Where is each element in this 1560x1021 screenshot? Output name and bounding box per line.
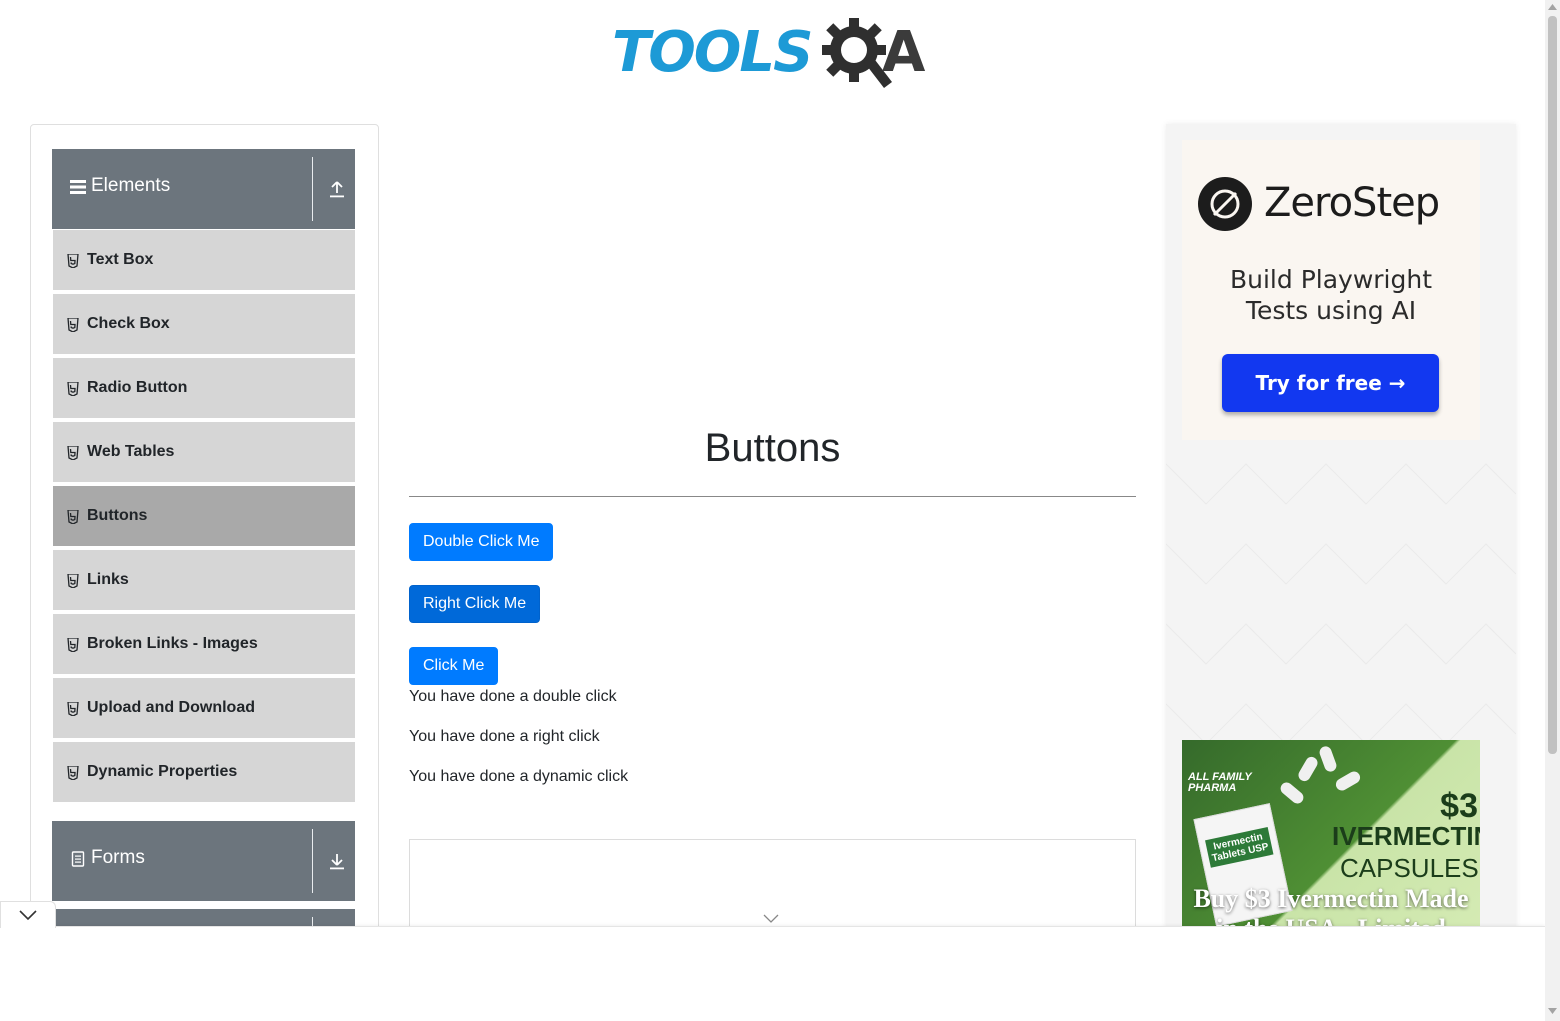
menu-item-links[interactable]: Links xyxy=(53,550,355,612)
group-title: Forms xyxy=(91,847,145,868)
double-click-button[interactable]: Double Click Me xyxy=(409,523,554,561)
right-click-button[interactable]: Right Click Me xyxy=(409,585,541,623)
pill-graphic xyxy=(1278,780,1306,806)
html5-icon xyxy=(67,254,79,268)
menu-item-label: Web Tables xyxy=(87,443,175,460)
tagline-line-2: Tests using AI xyxy=(1245,296,1417,325)
dynamic-click-message: You have done a dynamic click xyxy=(409,768,629,785)
menu-item-label: Text Box xyxy=(87,251,154,268)
right-click-message: You have done a right click xyxy=(409,728,600,745)
html5-icon xyxy=(67,702,79,716)
html5-icon xyxy=(67,318,79,332)
ad-placeholder xyxy=(409,124,1136,394)
pharma-price: $3 xyxy=(1440,787,1478,825)
chevron-down-icon[interactable] xyxy=(763,914,779,924)
zerostep-tagline: Build Playwright Tests using AI xyxy=(1182,264,1480,326)
html5-icon xyxy=(67,766,79,780)
pharma-ad[interactable]: ALL FAMILY PHARMA Ivermectin Tablets USP… xyxy=(1182,740,1480,934)
html5-icon xyxy=(67,382,79,396)
content-frame xyxy=(409,839,1136,939)
menu-item-label: Broken Links - Images xyxy=(87,635,258,652)
document-icon xyxy=(71,851,85,867)
menu-item-label: Buttons xyxy=(87,507,148,524)
pharma-brand-line-2: PHARMA xyxy=(1188,782,1237,794)
chevron-down-icon xyxy=(19,910,37,921)
pharma-product-form: CAPSULES xyxy=(1340,853,1479,883)
group-divider xyxy=(312,829,313,893)
html5-icon xyxy=(67,638,79,652)
click-button[interactable]: Click Me xyxy=(409,647,499,685)
site-header: TOOLS A xyxy=(0,0,1545,110)
try-for-free-button[interactable]: Try for free → xyxy=(1222,354,1439,412)
right-ad-column: ZeroStep Build Playwright Tests using AI… xyxy=(1166,124,1516,934)
expand-down-icon[interactable] xyxy=(329,852,345,870)
page-scrollbar[interactable] xyxy=(1545,0,1560,1021)
menu-item-label: Radio Button xyxy=(87,379,188,396)
logo-text: TOOLS xyxy=(612,20,813,85)
bottom-ad-bar xyxy=(0,926,1545,1021)
menu-item-label: Links xyxy=(87,571,129,588)
group-header-forms[interactable]: Forms xyxy=(52,821,355,901)
html5-icon xyxy=(67,574,79,588)
elements-menu: Text Box Check Box Radio Button Web Tabl… xyxy=(53,230,355,806)
menu-item-label: Dynamic Properties xyxy=(87,763,238,780)
zerostep-ad[interactable]: ZeroStep Build Playwright Tests using AI… xyxy=(1182,140,1480,440)
pharma-product-word: IVERMECTIN xyxy=(1332,821,1480,851)
logo-suffix: A xyxy=(882,20,926,85)
menu-item-dynamic-properties[interactable]: Dynamic Properties xyxy=(53,742,355,804)
scroll-down-arrow-icon[interactable] xyxy=(1548,1008,1557,1014)
zerostep-brand: ZeroStep xyxy=(1264,180,1440,226)
html5-icon xyxy=(67,510,79,524)
medicine-box-label: Ivermectin Tablets USP xyxy=(1205,827,1274,868)
double-click-message: You have done a double click xyxy=(409,688,617,705)
pill-graphic xyxy=(1296,754,1320,784)
scroll-up-arrow-icon[interactable] xyxy=(1548,4,1557,10)
group-header-elements[interactable]: Elements xyxy=(52,149,355,229)
menu-item-upload-download[interactable]: Upload and Download xyxy=(53,678,355,740)
scroll-thumb[interactable] xyxy=(1548,16,1557,754)
pill-graphic xyxy=(1317,744,1339,774)
tagline-line-1: Build Playwright xyxy=(1229,265,1433,294)
menu-item-label: Check Box xyxy=(87,315,170,332)
zerostep-logo-icon xyxy=(1198,177,1252,231)
group-divider xyxy=(312,157,313,221)
left-sidebar: Elements Text Box Check Box Radio Button… xyxy=(30,124,379,944)
menu-item-broken-links[interactable]: Broken Links - Images xyxy=(53,614,355,676)
menu-item-buttons[interactable]: Buttons xyxy=(53,486,355,548)
collapse-ad-button[interactable] xyxy=(0,901,56,928)
title-divider xyxy=(409,496,1136,497)
pharma-brand: ALL FAMILY PHARMA xyxy=(1188,772,1252,794)
menu-item-text-box[interactable]: Text Box xyxy=(53,230,355,292)
menu-item-check-box[interactable]: Check Box xyxy=(53,294,355,356)
expand-up-icon[interactable] xyxy=(329,180,345,198)
html5-icon xyxy=(67,446,79,460)
toolsqa-logo[interactable]: TOOLS A xyxy=(612,14,942,94)
headline-line-1: Buy $3 Ivermectin Made xyxy=(1193,884,1469,913)
page-title: Buttons xyxy=(704,426,841,470)
menu-item-radio-button[interactable]: Radio Button xyxy=(53,358,355,420)
group-title: Elements xyxy=(91,175,171,196)
menu-item-label: Upload and Download xyxy=(87,699,255,716)
hamburger-icon xyxy=(70,180,86,194)
menu-item-web-tables[interactable]: Web Tables xyxy=(53,422,355,484)
